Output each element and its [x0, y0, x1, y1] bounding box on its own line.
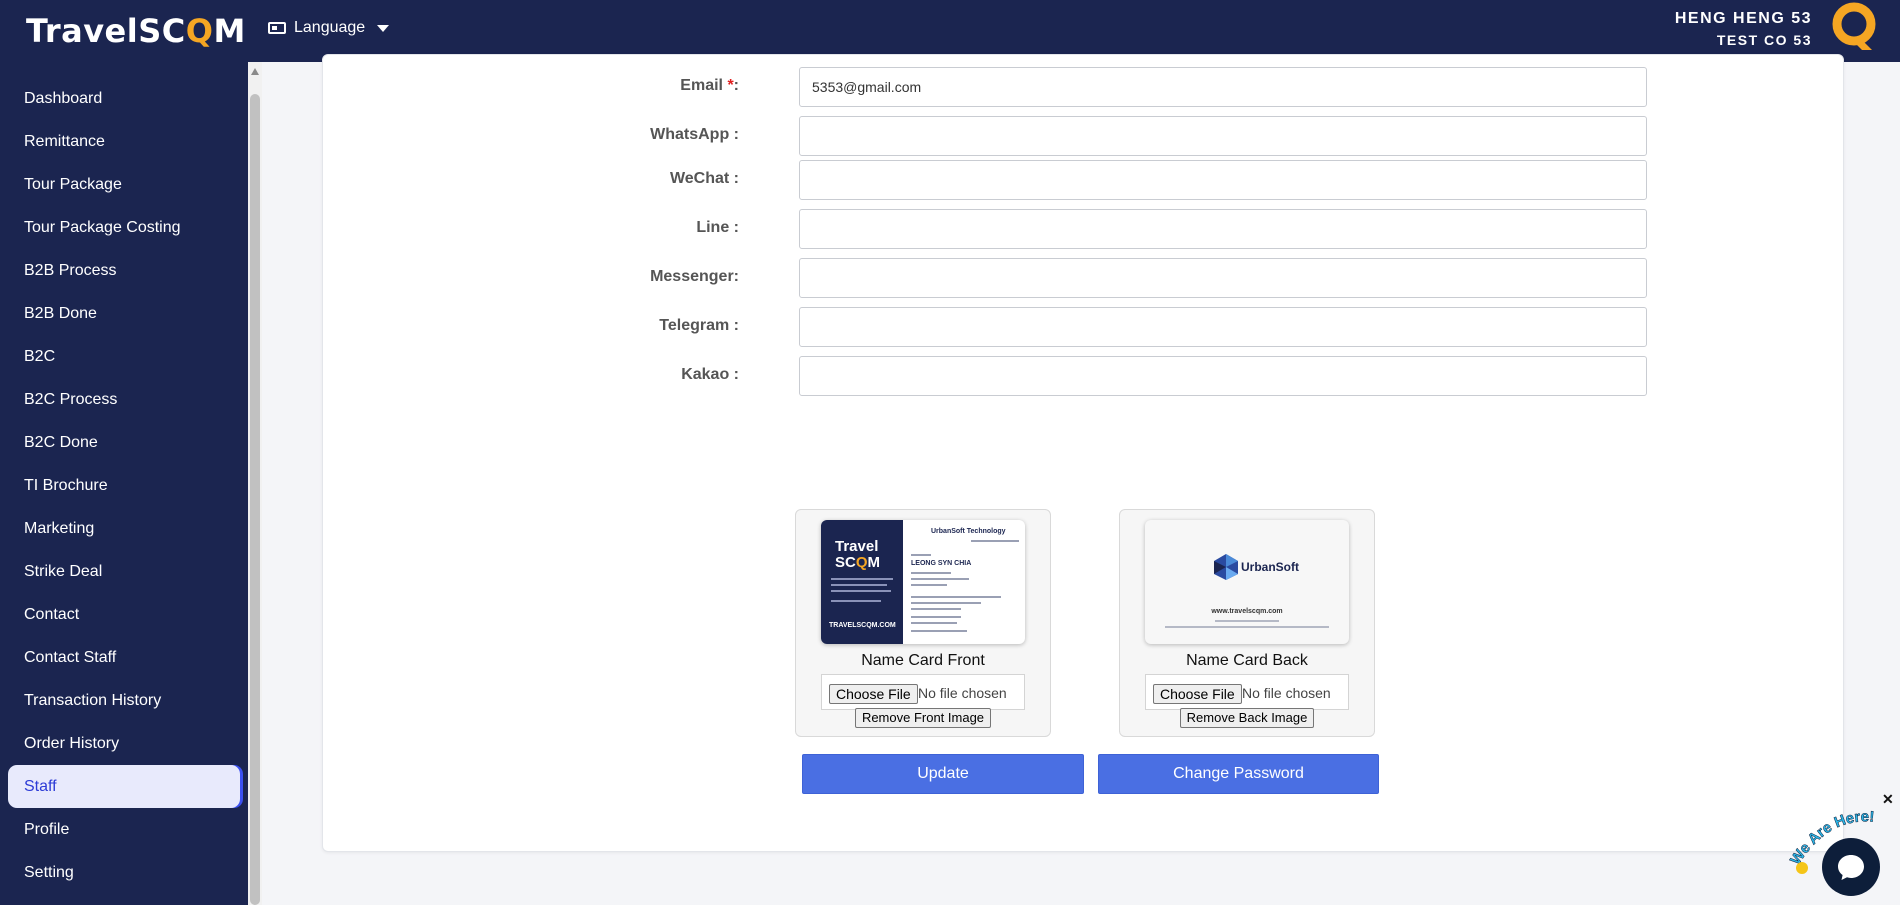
top-header: TravelSCQM Language HENG HENG 53 TEST CO… [0, 0, 1900, 62]
kakao-label: Kakao : [681, 366, 739, 383]
language-icon [268, 22, 286, 34]
sidebar-item-strike-deal[interactable]: Strike Deal [0, 550, 248, 593]
whatsapp-input[interactable] [799, 116, 1647, 156]
name-card-front-panel: Travel SCQM TRAVELSCQM.COM UrbanSoft Tec… [795, 509, 1051, 737]
chat-launcher-button[interactable] [1822, 838, 1880, 896]
name-card-back-image: UrbanSoft www.travelscqm.com [1145, 520, 1349, 644]
sidebar-item-b2c[interactable]: B2C [0, 335, 248, 378]
sidebar-item-marketing[interactable]: Marketing [0, 507, 248, 550]
user-info[interactable]: HENG HENG 53 TEST CO 53 [1675, 10, 1812, 48]
name-card-front-image: Travel SCQM TRAVELSCQM.COM UrbanSoft Tec… [821, 520, 1025, 644]
kakao-input[interactable] [799, 356, 1647, 396]
wechat-input[interactable] [799, 160, 1647, 200]
language-label: Language [294, 19, 366, 36]
messenger-input[interactable] [799, 258, 1647, 298]
sidebar-item-remittance[interactable]: Remittance [0, 120, 248, 163]
form-row: Telegram : [323, 307, 1843, 347]
email-label: Email *: [680, 77, 739, 94]
sidebar-item-b2b-done[interactable]: B2B Done [0, 292, 248, 335]
email-input[interactable] [799, 67, 1647, 107]
form-row: WhatsApp : [323, 116, 1843, 156]
no-file-text: No file chosen [1242, 685, 1331, 701]
sidebar-item-order-history[interactable]: Order History [0, 722, 248, 765]
whatsapp-label: WhatsApp : [650, 126, 739, 143]
telegram-label: Telegram : [659, 317, 739, 334]
back-file-input[interactable]: Choose File No file chosen [1145, 674, 1349, 710]
name-card-front-caption: Name Card Front [861, 652, 985, 669]
no-file-text: No file chosen [918, 685, 1007, 701]
sidebar-item-transaction-history[interactable]: Transaction History [0, 679, 248, 722]
sidebar-item-dashboard[interactable]: Dashboard [0, 77, 248, 120]
sidebar-item-logout[interactable]: Logout [0, 894, 248, 905]
line-input[interactable] [799, 209, 1647, 249]
name-card-back-panel: UrbanSoft www.travelscqm.com Name Card B… [1119, 509, 1375, 737]
sidebar-item-b2b-process[interactable]: B2B Process [0, 249, 248, 292]
telegram-input[interactable] [799, 307, 1647, 347]
staff-form-card: Travel SCQM TRAVELSCQM.COM UrbanSoft Tec… [322, 54, 1844, 852]
choose-file-back-button[interactable]: Choose File [1153, 684, 1242, 704]
line-label: Line : [696, 219, 739, 236]
user-company: TEST CO 53 [1716, 32, 1812, 48]
form-row: Line : [323, 209, 1843, 249]
sidebar-item-setting[interactable]: Setting [0, 851, 248, 894]
scroll-up-icon[interactable] [251, 68, 259, 75]
name-card-back-caption: Name Card Back [1186, 652, 1308, 669]
sidebar-item-tour-package[interactable]: Tour Package [0, 163, 248, 206]
sidebar-scrollbar[interactable] [248, 62, 262, 905]
urbansoft-logo-icon [1214, 554, 1238, 580]
sidebar-item-contact-staff[interactable]: Contact Staff [0, 636, 248, 679]
sidebar-item-ti-brochure[interactable]: TI Brochure [0, 464, 248, 507]
sidebar-item-b2c-process[interactable]: B2C Process [0, 378, 248, 421]
wechat-label: WeChat : [669, 170, 739, 187]
chat-bubble-icon [1838, 855, 1864, 880]
remove-back-image-button[interactable]: Remove Back Image [1179, 708, 1315, 728]
form-row: Kakao : [323, 356, 1843, 396]
chat-close-icon[interactable]: ✕ [1882, 791, 1894, 808]
choose-file-front-button[interactable]: Choose File [829, 684, 918, 704]
remove-front-image-button[interactable]: Remove Front Image [854, 708, 992, 728]
form-row: Email *: [323, 67, 1843, 107]
sidebar-item-tour-package-costing[interactable]: Tour Package Costing [0, 206, 248, 249]
sidebar-item-contact[interactable]: Contact [0, 593, 248, 636]
update-button[interactable]: Update [802, 754, 1084, 794]
form-row: WeChat : [323, 160, 1843, 200]
front-file-input[interactable]: Choose File No file chosen [821, 674, 1025, 710]
language-selector[interactable]: Language [268, 19, 390, 37]
scroll-thumb[interactable] [250, 94, 260, 905]
form-row: Messenger: [323, 258, 1843, 298]
user-avatar-icon[interactable] [1830, 2, 1878, 52]
caret-down-icon [377, 24, 390, 32]
sidebar-item-staff[interactable]: Staff [8, 765, 240, 808]
sidebar-item-b2c-done[interactable]: B2C Done [0, 421, 248, 464]
app-logo[interactable]: TravelSCQM [26, 12, 246, 50]
user-name: HENG HENG 53 [1674, 10, 1812, 27]
change-password-button[interactable]: Change Password [1098, 754, 1379, 794]
sidebar-nav: Dashboard Remittance Tour Package Tour Pack… [0, 62, 248, 905]
messenger-label: Messenger: [650, 268, 739, 285]
sidebar-item-profile[interactable]: Profile [0, 808, 248, 851]
